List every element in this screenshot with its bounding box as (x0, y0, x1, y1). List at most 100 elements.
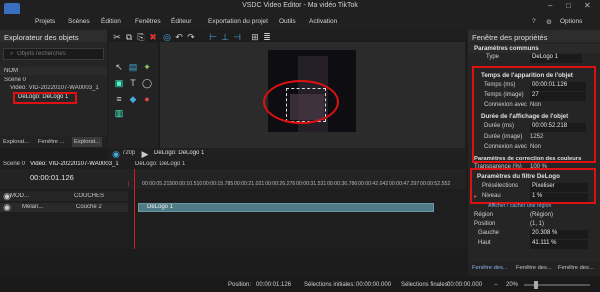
timeline-tab-video[interactable]: Vidéo: VID-20220107-WA0003_1 (30, 161, 126, 167)
current-time: 00:00:01.126 (30, 173, 74, 182)
fit-icon[interactable]: ⇔ (493, 282, 499, 288)
grid-icon[interactable]: ⊞ (250, 32, 260, 42)
cursor-icon[interactable]: ↖ (114, 62, 124, 72)
section-duration[interactable]: Durée de l'affichage de l'objet (478, 112, 590, 121)
copy-icon[interactable]: ⧉ (124, 32, 134, 42)
menu-outils[interactable]: Outils (279, 18, 296, 25)
duration-ms-value[interactable]: 00:00:52.218 (530, 123, 586, 132)
tab-properties-1[interactable]: Fenêtre des... (472, 265, 508, 271)
sprite-icon[interactable]: ✦ (142, 62, 152, 72)
play-icon[interactable]: ▶ (140, 149, 150, 159)
tree-column-name: NOM (4, 68, 18, 74)
explorer-tabs: Explorat... Fenêtre ... Explorat... (0, 136, 107, 148)
lines-icon[interactable]: ≡ (114, 94, 124, 104)
tree-item-video[interactable]: Vidéo: VID-20220107-WA0003_1 (10, 85, 106, 91)
position-value[interactable]: (1, 1) (530, 221, 544, 230)
time-ms-value[interactable]: 00:00:01.126 (530, 82, 586, 91)
timeline-ruler[interactable]: | 00:00:05.215 00:00:10.510 00:00:15.785… (128, 181, 466, 189)
zoom-slider-handle[interactable] (534, 281, 538, 289)
maximize-icon[interactable]: □ (566, 1, 571, 10)
properties-tabs: Fenêtre des... Fenêtre des... Fenêtre de… (468, 262, 600, 276)
tab-explorer-1[interactable]: Explorat... (3, 139, 29, 145)
delogo-clip[interactable]: DeLogo 1 (138, 203, 434, 212)
minimize-icon[interactable]: – (548, 1, 552, 10)
align-center-icon[interactable]: ⊥ (220, 32, 230, 42)
close-icon[interactable]: ✕ (584, 1, 591, 10)
options-button[interactable]: Options (560, 18, 582, 25)
gear-icon[interactable]: ⚙ (546, 18, 552, 26)
menu-exportation[interactable]: Exportation du projet (208, 18, 268, 25)
align-left-icon[interactable]: ⊢ (208, 32, 218, 42)
search-icon: ⌕ (10, 51, 14, 57)
tab-properties-2[interactable]: Fenêtre des... (516, 265, 552, 271)
track-layer: Couche 2 (76, 204, 102, 210)
section-common[interactable]: Paramètres communs (468, 44, 600, 53)
ruler-tick-8: 00:00:42.042 (358, 181, 389, 187)
record-icon[interactable]: ● (142, 94, 152, 104)
playhead-line[interactable] (134, 169, 135, 249)
left-label: Gauche (478, 230, 500, 236)
time-frame-label: Temps (image) (484, 92, 524, 98)
menu-projets[interactable]: Projets (35, 18, 55, 25)
menu-fenetres[interactable]: Fenêtres (135, 18, 161, 25)
time-frame-value[interactable]: 27 (530, 92, 586, 101)
preview-tab[interactable]: DeLogo: DeLogo 1 (154, 150, 204, 156)
region-value[interactable]: (Région) (530, 212, 553, 221)
tree-item-scene[interactable]: Scene 0 (4, 77, 26, 83)
menu-editeur[interactable]: Éditeur (171, 18, 192, 25)
editor-toolbar: ✂ ⧉ ⎘ ✖ ◎ ↶ ↷ ⊢ ⊥ ⊣ ⊞ ≣ (110, 32, 465, 42)
connect2-value[interactable]: Non (530, 144, 541, 153)
paste-icon[interactable]: ⎘ (136, 32, 146, 42)
menu-scenes[interactable]: Scènes (68, 18, 90, 25)
zoom-slider[interactable] (524, 281, 590, 289)
top-label: Haut (478, 240, 491, 246)
track-row[interactable]: ◉ Mélan... Couche 2 (0, 202, 128, 212)
chart-icon[interactable]: ▥ (114, 108, 124, 118)
delete-icon[interactable]: ✖ (148, 32, 158, 42)
playhead-icon[interactable]: ◉ (111, 149, 121, 159)
title-bar: VSDC Video Editor - Ma vidéo TikTok – □ … (0, 0, 600, 15)
expand-icon[interactable]: ▸ (474, 193, 477, 202)
cut-icon[interactable]: ✂ (112, 32, 122, 42)
timeline-tab-delogo[interactable]: DeLogo: DeLogo 1 (135, 161, 185, 167)
help-icon[interactable]: ? (532, 18, 536, 25)
image-icon[interactable]: ▤ (128, 62, 138, 72)
redo-icon[interactable]: ↷ (186, 32, 196, 42)
cycle-icon[interactable]: ◎ (162, 32, 172, 42)
tree-header: NOM (0, 67, 107, 75)
timeline-tab-scene[interactable]: Scene 0 (3, 161, 25, 167)
menu-edition[interactable]: Édition (101, 18, 121, 25)
ruler-tick-5: 00:00:26.276 (265, 181, 296, 187)
search-placeholder: Objets recherchés (17, 51, 66, 57)
undo-icon[interactable]: ↶ (174, 32, 184, 42)
bubble-icon[interactable]: ◯ (142, 78, 152, 88)
tree-item-delogo[interactable]: DeLogo: DeLogo 1 (18, 94, 68, 100)
align-right-icon[interactable]: ⊣ (232, 32, 242, 42)
track-header-layers: COUCHES (74, 193, 105, 199)
track-eye-icon[interactable]: ◉ (2, 202, 12, 212)
connect-value[interactable]: Non (530, 102, 541, 111)
duration-frame-value[interactable]: 1252 (530, 134, 543, 143)
zoom-720p[interactable]: 720p (122, 150, 135, 156)
text-icon[interactable]: T (128, 78, 138, 88)
tab-properties-3[interactable]: Fenêtre des... (558, 265, 594, 271)
section-color[interactable]: Paramètres de correction des couleurs (468, 154, 600, 163)
level-value[interactable]: 1 % (530, 193, 588, 202)
section-appear[interactable]: Temps de l'apparition de l'objet (478, 71, 590, 80)
video-icon[interactable]: ▣ (114, 78, 124, 88)
top-value[interactable]: 41.111 % (530, 240, 588, 249)
preview-area (160, 42, 465, 148)
section-filter[interactable]: Paramètres du filtre DeLogo (474, 172, 592, 181)
track-header: ◉ MOD... COUCHES (0, 191, 128, 201)
track-blend[interactable]: Mélan... (22, 204, 43, 210)
timeline-ruler-area: 00:00:01.126 | 00:00:05.215 00:00:10.510… (0, 169, 466, 189)
layers-icon[interactable]: ≣ (262, 32, 272, 42)
tab-explorer-3[interactable]: Explorat... (72, 137, 103, 147)
object-search-input[interactable]: ⌕ Objets recherchés (3, 48, 104, 60)
menu-activation[interactable]: Activation (309, 18, 337, 25)
shape-icon[interactable]: ◆ (128, 94, 138, 104)
ruler-tick-3: 00:00:15.785 (203, 181, 234, 187)
left-value[interactable]: 20.308 % (530, 230, 588, 239)
tab-explorer-2[interactable]: Fenêtre ... (38, 139, 64, 145)
preset-value[interactable]: Pixeliser (530, 183, 588, 192)
